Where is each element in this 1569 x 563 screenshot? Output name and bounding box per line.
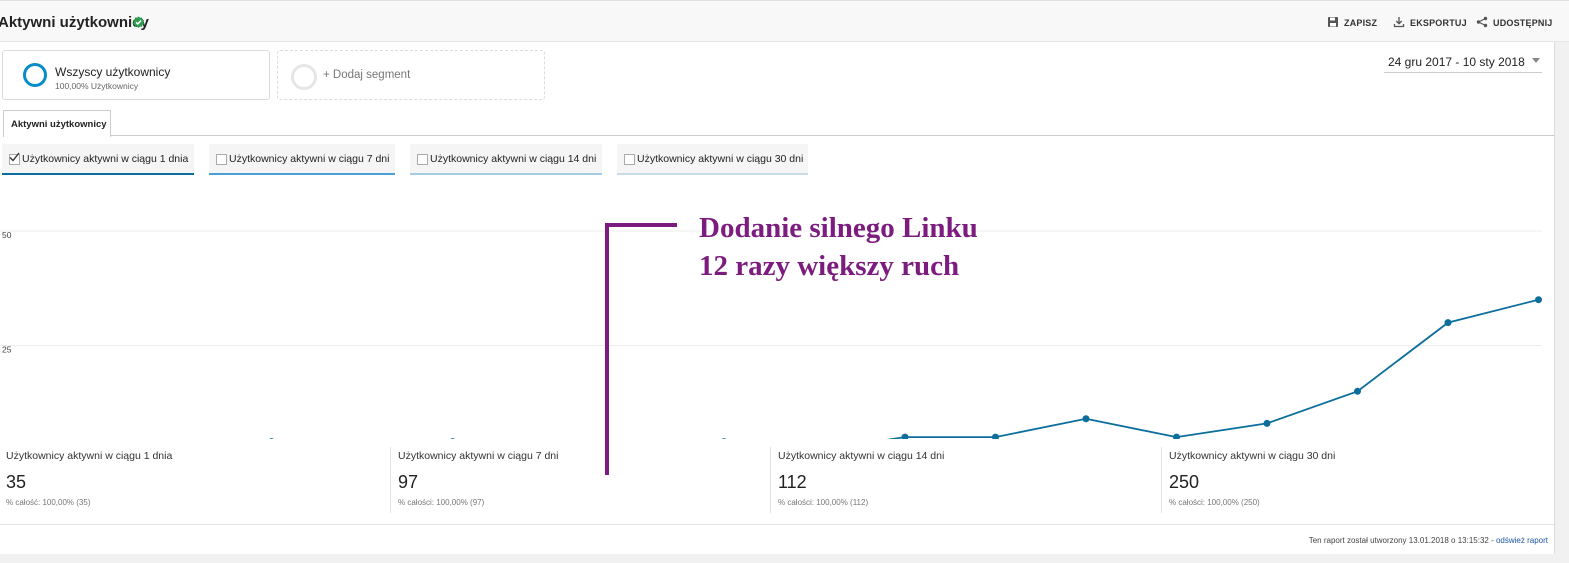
metric-checkbox[interactable] (216, 154, 227, 165)
data-point (450, 438, 455, 439)
data-point (1263, 419, 1271, 427)
stat-label: Użytkownicy aktywni w ciągu 7 dni (398, 450, 559, 462)
data-point (721, 438, 727, 439)
tab-divider (111, 135, 1554, 136)
add-segment-button[interactable]: + Dodaj segment (277, 50, 545, 100)
data-point (1354, 387, 1361, 395)
page-title: Aktywni użytkownicy (0, 14, 149, 31)
footer-text: Ten raport został utworzony 13.01.2018 o… (1308, 536, 1496, 545)
stat-value: 97 (398, 472, 419, 492)
metric-tab-1-day[interactable]: Użytkownicy aktywni w ciągu 1 dnia (2, 144, 194, 175)
metric-tab-label: Użytkownicy aktywni w ciągu 1 dnia (22, 153, 189, 165)
checkmark-icon (9, 152, 20, 162)
metric-tab-label: Użytkownicy aktywni w ciągu 7 dni (229, 153, 390, 165)
data-point (1444, 319, 1452, 327)
metric-tab-label: Użytkownicy aktywni w ciągu 30 dni (637, 153, 804, 165)
save-button[interactable]: ZAPISZ (1328, 17, 1378, 28)
annotation-text: Dodanie silnego Linku 12 razy większy ru… (699, 209, 978, 285)
annotation-line-2: 12 razy większy ruch (699, 250, 960, 282)
data-point (1535, 296, 1542, 304)
data-point (992, 433, 999, 439)
export-label: EKSPORTUJ (1410, 18, 1467, 28)
metric-checkbox[interactable] (417, 154, 428, 165)
stat-value: 35 (6, 472, 27, 492)
metric-tab-7-days[interactable]: Użytkownicy aktywni w ciągu 7 dni (209, 144, 395, 175)
floppy-disk-icon (1328, 17, 1338, 27)
segment-ring-icon (23, 63, 47, 87)
annotation-marker-vertical (605, 223, 609, 475)
segment-all-users[interactable]: Wszyscy użytkownicy 100,00% Użytkownicy (2, 50, 270, 100)
stat-value: 112 (778, 472, 807, 492)
stat-percent: % całości: 100,00% (112) (778, 498, 869, 507)
annotation-marker-horizontal (605, 223, 677, 227)
data-point (1173, 433, 1180, 439)
y-tick-label: 50 (2, 230, 12, 240)
date-range-picker[interactable]: 24 gru 2017 - 10 sty 2018 (1388, 55, 1525, 69)
share-label: UDOSTĘPNIJ (1493, 18, 1553, 28)
segment-subtitle: 100,00% Użytkownicy (55, 81, 139, 91)
verified-badge-icon (132, 16, 145, 28)
export-button[interactable]: EKSPORTUJ (1393, 17, 1467, 28)
report-footer: Ten raport został utworzony 13.01.2018 o… (1309, 536, 1548, 545)
chevron-down-icon[interactable] (1532, 58, 1540, 63)
stat-divider (390, 447, 391, 513)
data-point (1082, 415, 1090, 423)
save-label: ZAPISZ (1344, 18, 1378, 28)
metric-tab-30-days[interactable]: Użytkownicy aktywni w ciągu 30 dni (617, 144, 808, 175)
share-button[interactable]: UDOSTĘPNIJ (1476, 16, 1553, 28)
stat-percent: % całości: 100,00% (250) (1169, 498, 1260, 507)
add-segment-label: + Dodaj segment (323, 69, 411, 81)
stat-label: Użytkownicy aktywni w ciągu 14 dni (778, 450, 945, 462)
metric-tab-label: Użytkownicy aktywni w ciągu 14 dni (430, 153, 597, 165)
stat-percent: % całości: 100,00% (97) (398, 498, 485, 507)
download-icon (1393, 17, 1405, 28)
stat-divider (1161, 447, 1162, 513)
series-line (886, 298, 1539, 439)
metric-tab-14-days[interactable]: Użytkownicy aktywni w ciągu 14 dni (410, 144, 602, 175)
stat-label: Użytkownicy aktywni w ciągu 1 dnia (6, 450, 173, 462)
tab-label: Aktywni użytkownicy (11, 119, 107, 130)
data-point (269, 438, 274, 439)
stat-value: 250 (1169, 472, 1200, 492)
stat-divider (770, 447, 771, 513)
report-header: Aktywni użytkownicy ZAPISZ EKSPORTUJ UDO… (0, 0, 1569, 42)
stat-label: Użytkownicy aktywni w ciągu 30 dni (1169, 450, 1336, 462)
y-tick-label: 25 (2, 345, 12, 355)
footer-divider (0, 524, 1554, 525)
annotation-line-1: Dodanie silnego Linku (699, 212, 978, 244)
refresh-report-link[interactable]: odśwież raport (1496, 536, 1548, 545)
share-icon (1476, 16, 1488, 28)
data-point (901, 433, 909, 439)
metric-checkbox[interactable] (624, 154, 635, 165)
tab-active-users[interactable]: Aktywni użytkownicy (3, 110, 111, 137)
date-range-underline (1384, 72, 1542, 73)
segment-name: Wszyscy użytkownicy (55, 65, 171, 79)
stat-percent: % całość: 100,00% (35) (6, 498, 91, 507)
empty-segment-ring-icon (291, 64, 317, 90)
report-panel: Wszyscy użytkownicy 100,00% Użytkownicy … (0, 42, 1555, 554)
